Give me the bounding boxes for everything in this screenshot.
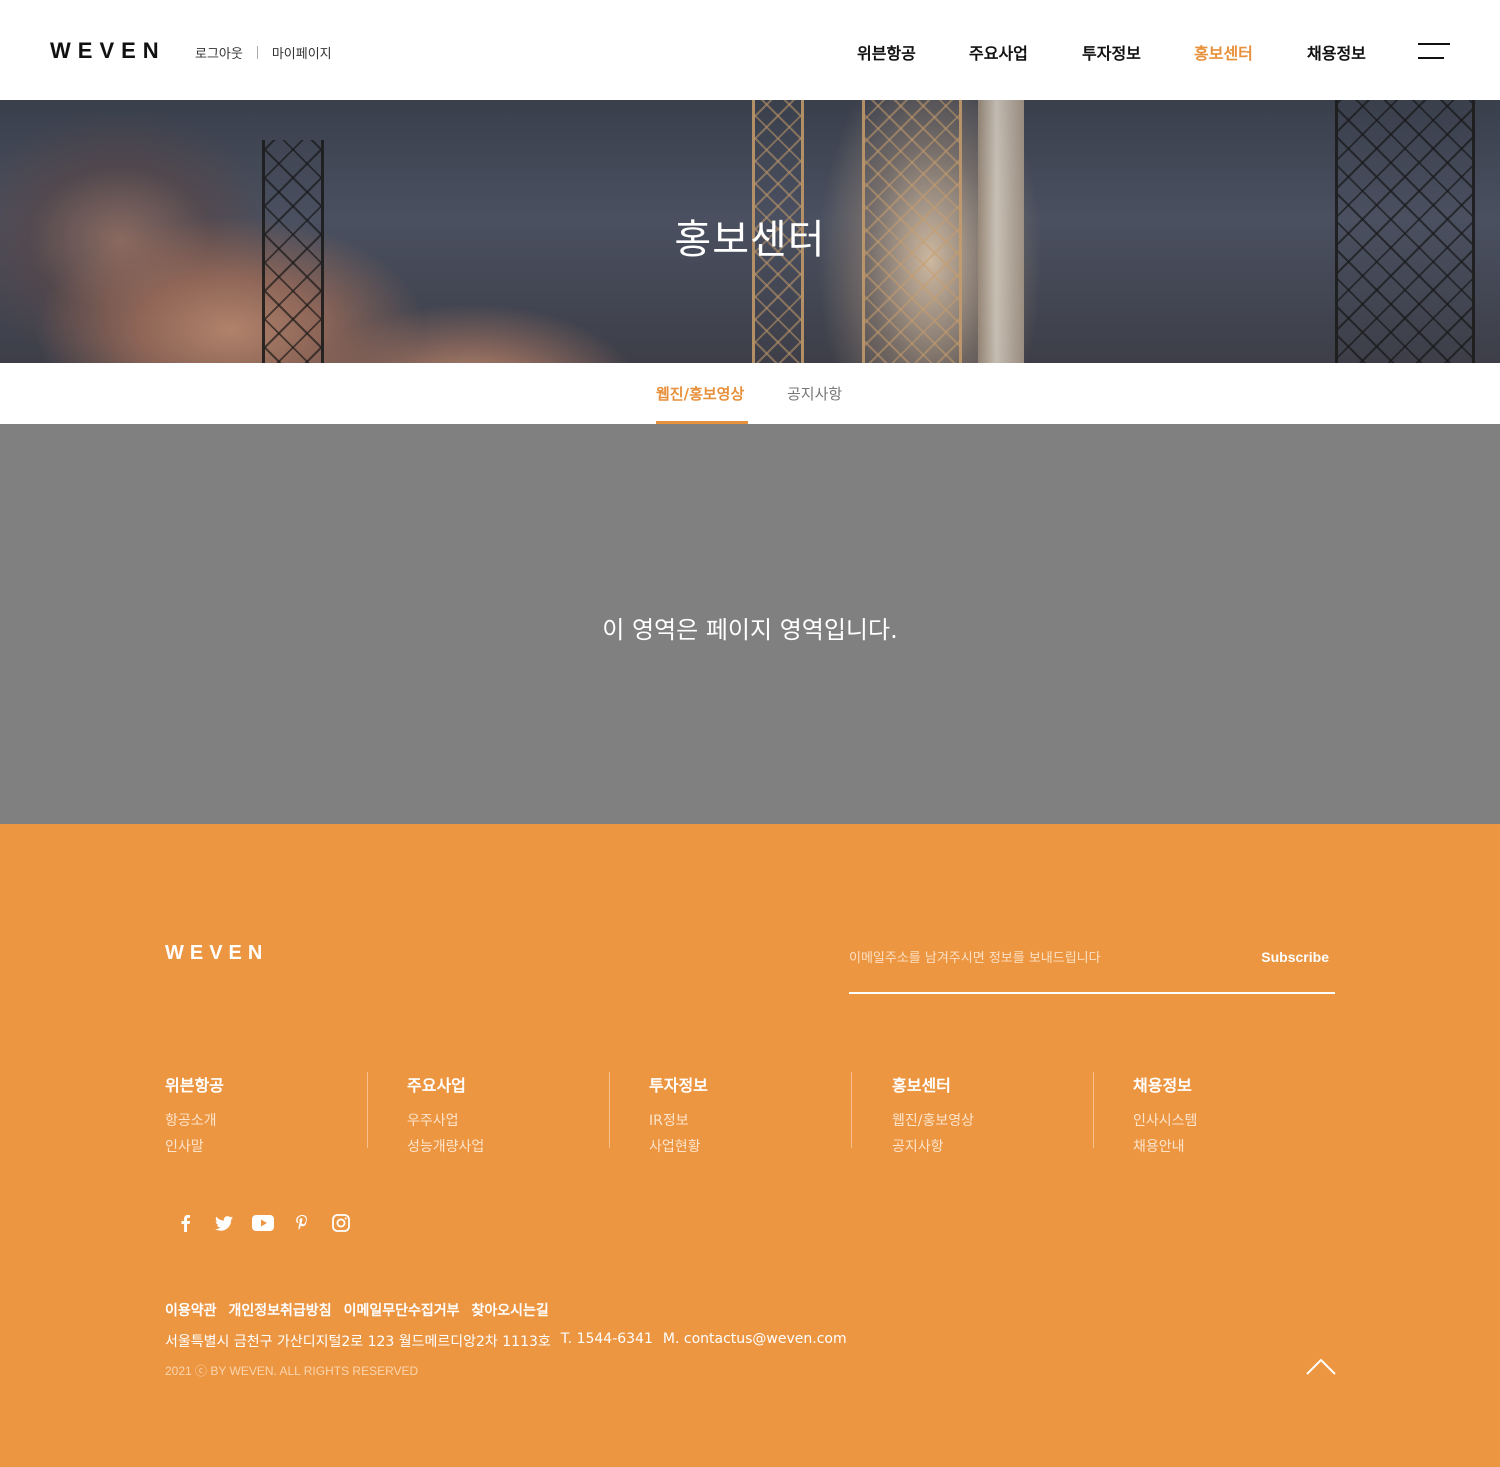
nav-item-investment[interactable]: 투자정보 <box>1082 40 1141 64</box>
pinterest-icon[interactable] <box>291 1212 313 1234</box>
subscribe-button[interactable]: Subscribe <box>1261 949 1329 965</box>
footer-logo: WEVEN <box>165 942 269 964</box>
terms-link[interactable]: 이용약관 <box>165 1300 217 1320</box>
sub-tabs: 웹진/홍보영상 공지사항 <box>0 363 1500 424</box>
copyright: 2021 ⓒ BY WEVEN. ALL RIGHTS RESERVED <box>165 1364 419 1378</box>
subscribe-email-input[interactable] <box>849 948 1249 968</box>
footer-link[interactable]: 우주사업 <box>407 1108 609 1134</box>
email-refusal-link[interactable]: 이메일무단수집거부 <box>344 1300 460 1320</box>
main-nav: 위븐항공 주요사업 투자정보 홍보센터 채용정보 <box>0 40 1500 64</box>
content-placeholder-text: 이 영역은 페이지 영역입니다. <box>602 616 898 644</box>
footer-col-investment: 투자정보 IR정보 사업현황 <box>609 1072 851 1155</box>
company-email: M. contactus@weven.com <box>662 1331 847 1347</box>
company-address: 서울특별시 금천구 가산디지털2로 123 월드메르디앙2차 1113호 <box>165 1334 551 1350</box>
page-title: 홍보센터 <box>674 217 826 263</box>
hero-banner: 홍보센터 <box>0 100 1500 363</box>
footer-col-business: 주요사업 우주사업 성능개량사업 <box>367 1072 609 1155</box>
nav-item-business[interactable]: 주요사업 <box>969 40 1028 64</box>
footer-link[interactable]: 인사시스템 <box>1133 1108 1335 1134</box>
directions-link[interactable]: 찾아오시는길 <box>472 1300 549 1320</box>
company-info: 서울특별시 금천구 가산디지털2로 123 월드메르디앙2차 1113호 T. … <box>165 1331 857 1351</box>
footer-sitemap: 위븐항공 항공소개 인사말 주요사업 우주사업 성능개량사업 투자정보 IR정보… <box>0 1072 1500 1155</box>
footer-col-title[interactable]: 투자정보 <box>649 1072 851 1096</box>
scroll-top-icon[interactable] <box>1305 1356 1337 1378</box>
facebook-icon[interactable] <box>174 1212 196 1234</box>
site-footer: WEVEN Subscribe 위븐항공 항공소개 인사말 주요사업 우주사업 … <box>0 824 1500 1467</box>
footer-link[interactable]: 웹진/홍보영상 <box>892 1108 1093 1134</box>
twitter-icon[interactable] <box>213 1212 235 1234</box>
tab-webzine[interactable]: 웹진/홍보영상 <box>656 383 744 404</box>
instagram-icon[interactable] <box>330 1212 352 1234</box>
footer-col-title[interactable]: 홍보센터 <box>892 1072 1093 1096</box>
tab-notice[interactable]: 공지사항 <box>787 383 842 404</box>
subscribe-form: Subscribe <box>849 940 1335 994</box>
footer-link[interactable]: IR정보 <box>649 1108 851 1134</box>
content-area: 이 영역은 페이지 영역입니다. <box>0 424 1500 824</box>
hamburger-line <box>1418 57 1444 59</box>
nav-item-pr-center[interactable]: 홍보센터 <box>1194 40 1253 64</box>
nav-item-careers[interactable]: 채용정보 <box>1307 40 1366 64</box>
site-header: WEVEN 로그아웃 마이페이지 위븐항공 주요사업 투자정보 홍보센터 채용정… <box>0 0 1500 100</box>
company-tel: T. 1544-6341 <box>560 1331 653 1347</box>
footer-col-title[interactable]: 주요사업 <box>407 1072 609 1096</box>
footer-link[interactable]: 사업현황 <box>649 1134 851 1160</box>
privacy-link[interactable]: 개인정보취급방침 <box>229 1300 332 1320</box>
footer-policy-links: 이용약관 개인정보취급방침 이메일무단수집거부 찾아오시는길 <box>165 1300 561 1320</box>
footer-link[interactable]: 채용안내 <box>1133 1134 1335 1160</box>
footer-col-careers: 채용정보 인사시스템 채용안내 <box>1093 1072 1335 1155</box>
hamburger-icon[interactable] <box>1418 43 1450 61</box>
sns-links <box>174 1212 369 1234</box>
footer-col-pr-center: 홍보센터 웹진/홍보영상 공지사항 <box>851 1072 1093 1155</box>
nav-item-weven-aviation[interactable]: 위븐항공 <box>857 40 916 64</box>
youtube-icon[interactable] <box>252 1212 274 1234</box>
footer-link[interactable]: 성능개량사업 <box>407 1134 609 1160</box>
hamburger-line <box>1418 43 1450 45</box>
footer-link[interactable]: 공지사항 <box>892 1134 1093 1160</box>
footer-col-title[interactable]: 채용정보 <box>1133 1072 1335 1096</box>
